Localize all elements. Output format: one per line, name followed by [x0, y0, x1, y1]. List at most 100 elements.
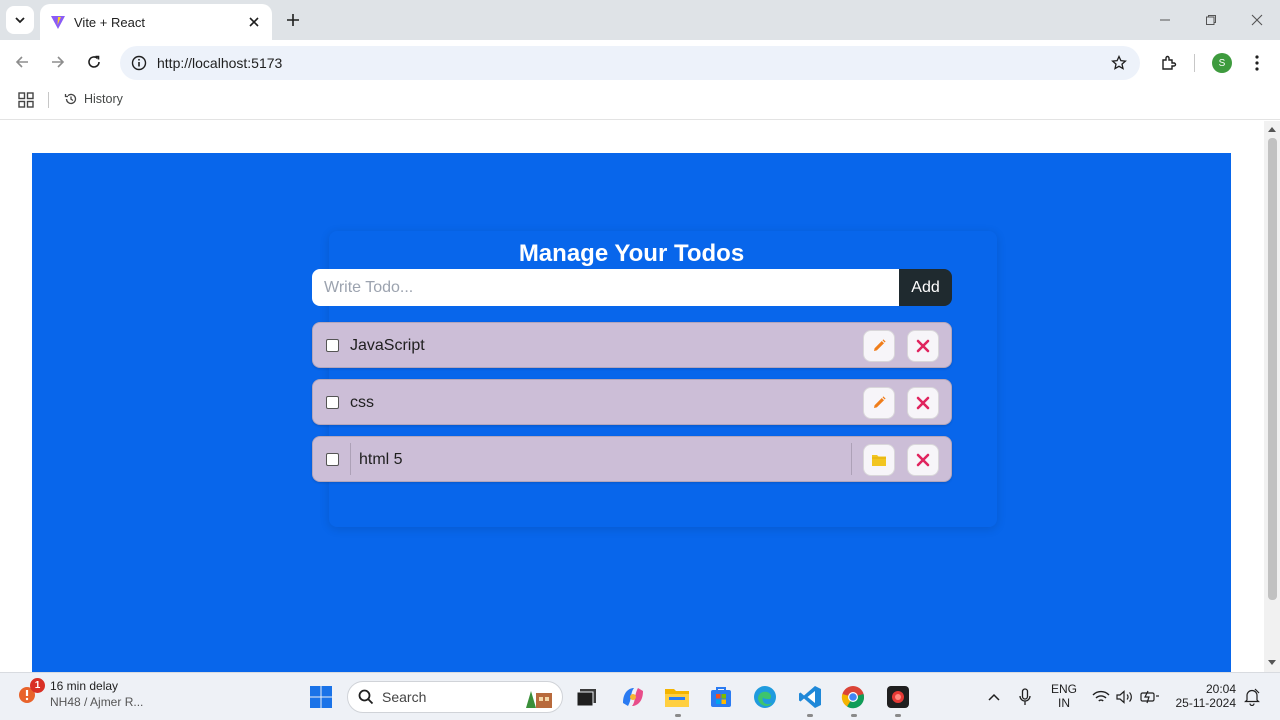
task-view-icon[interactable]	[573, 683, 601, 711]
clock-date: 25-11-2024	[1175, 696, 1237, 710]
restore-icon	[1206, 15, 1216, 25]
minimize-button[interactable]	[1153, 8, 1177, 32]
page-title: Manage Your Todos	[518, 240, 745, 267]
todo-edit-field[interactable]: html 5	[350, 443, 852, 475]
close-icon	[916, 396, 930, 410]
folder-icon	[872, 455, 886, 466]
apps-grid-icon[interactable]	[18, 92, 34, 108]
page-scrollbar[interactable]	[1264, 121, 1280, 672]
running-indicator	[675, 714, 681, 717]
todo-item: css	[312, 379, 952, 425]
bookmarks-bar	[0, 84, 1280, 120]
browser-tab[interactable]: Vite + React	[40, 4, 272, 40]
todo-form: Add	[312, 269, 952, 306]
edit-button[interactable]	[863, 387, 895, 419]
delete-button[interactable]	[907, 330, 939, 362]
pencil-icon	[874, 396, 886, 408]
arrow-right-icon	[52, 56, 65, 68]
taskbar-search[interactable]: Search	[347, 681, 563, 713]
todo-text: JavaScript	[350, 337, 425, 354]
reload-icon	[88, 55, 100, 68]
history-label: History	[84, 92, 123, 106]
system-clock[interactable]: 20:04 25-11-2024	[1170, 682, 1237, 710]
bookmark-star-icon[interactable]	[1110, 54, 1128, 72]
microphone-icon[interactable]	[1016, 683, 1034, 711]
history-bookmark[interactable]: History	[64, 92, 123, 106]
back-button[interactable]	[10, 50, 34, 74]
tab-strip: Vite + React	[0, 0, 1280, 40]
todo-item: JavaScript	[312, 322, 952, 368]
windows-logo-icon	[310, 686, 332, 708]
tab-title: Vite + React	[74, 14, 145, 30]
edit-button[interactable]	[863, 330, 895, 362]
vscode-icon[interactable]	[796, 683, 824, 711]
todo-text: css	[350, 394, 374, 411]
chevron-up-icon	[988, 693, 1000, 701]
scroll-up-icon[interactable]	[1268, 125, 1276, 133]
close-icon	[916, 453, 930, 467]
edge-browser-icon[interactable]	[751, 683, 779, 711]
delete-button[interactable]	[907, 444, 939, 476]
history-icon	[64, 92, 78, 106]
profile-avatar[interactable]: S	[1212, 53, 1232, 73]
screen-recorder-icon[interactable]	[884, 683, 912, 711]
region-code: IN	[1058, 696, 1070, 710]
app-background: Manage Your Todos Add JavaScript css	[32, 153, 1231, 672]
microsoft-store-icon[interactable]	[707, 683, 735, 711]
show-hidden-icons-button[interactable]	[985, 683, 1003, 711]
search-label: Search	[382, 689, 427, 705]
chrome-icon[interactable]	[839, 683, 867, 711]
tab-search-button[interactable]	[6, 6, 34, 34]
extensions-icon[interactable]	[1158, 52, 1180, 74]
weather-widget[interactable]: 1 16 min delay NH48 / Ajmer R...	[18, 678, 144, 709]
save-button[interactable]	[863, 444, 895, 476]
site-info-icon[interactable]	[130, 54, 148, 72]
wifi-icon[interactable]	[1092, 683, 1110, 711]
todo-checkbox[interactable]	[326, 396, 339, 409]
todo-item: html 5	[312, 436, 952, 482]
weather-line1: 16 min delay	[50, 679, 119, 693]
scroll-down-icon[interactable]	[1268, 659, 1276, 667]
file-explorer-icon[interactable]	[663, 683, 691, 711]
search-icon	[358, 689, 374, 705]
close-window-button[interactable]	[1245, 8, 1269, 32]
start-button[interactable]	[309, 685, 333, 709]
weather-line2: NH48 / Ajmer R...	[50, 695, 144, 709]
page-viewport: Manage Your Todos Add JavaScript css	[0, 121, 1264, 672]
minimize-icon	[1160, 19, 1170, 21]
search-highlight-icon	[520, 687, 554, 709]
forward-button[interactable]	[46, 50, 70, 74]
menu-kebab-icon[interactable]	[1246, 52, 1268, 74]
todo-checkbox[interactable]	[326, 453, 339, 466]
chevron-down-icon	[15, 17, 25, 24]
add-button[interactable]: Add	[899, 269, 952, 306]
delete-button[interactable]	[907, 387, 939, 419]
arrow-left-icon	[15, 56, 28, 68]
notification-badge: 1	[30, 678, 45, 693]
todo-text: html 5	[359, 451, 403, 468]
clock-time: 20:04	[1205, 682, 1236, 696]
bookmarks-divider	[48, 92, 49, 108]
toolbar-divider	[1194, 54, 1195, 72]
close-icon	[1251, 14, 1263, 26]
todo-checkbox[interactable]	[326, 339, 339, 352]
scrollbar-thumb[interactable]	[1268, 138, 1277, 600]
reload-button[interactable]	[82, 50, 106, 74]
address-bar[interactable]: http://localhost:5173	[120, 46, 1140, 80]
traffic-alert-icon: 1	[18, 678, 45, 709]
url-text: http://localhost:5173	[157, 55, 283, 71]
volume-icon[interactable]	[1116, 683, 1134, 711]
notifications-bell-icon[interactable]	[1243, 683, 1261, 711]
running-indicator	[807, 714, 813, 717]
running-indicator	[851, 714, 857, 717]
battery-charging-icon[interactable]	[1140, 683, 1160, 711]
restore-button[interactable]	[1199, 8, 1223, 32]
plus-icon	[287, 14, 299, 26]
running-indicator	[895, 714, 901, 717]
todo-input[interactable]	[312, 269, 899, 306]
language-code: ENG	[1050, 682, 1077, 696]
copilot-icon[interactable]	[619, 683, 647, 711]
new-tab-button[interactable]	[282, 9, 304, 31]
close-tab-icon[interactable]	[246, 14, 262, 30]
language-indicator[interactable]: ENG IN	[1046, 682, 1082, 710]
